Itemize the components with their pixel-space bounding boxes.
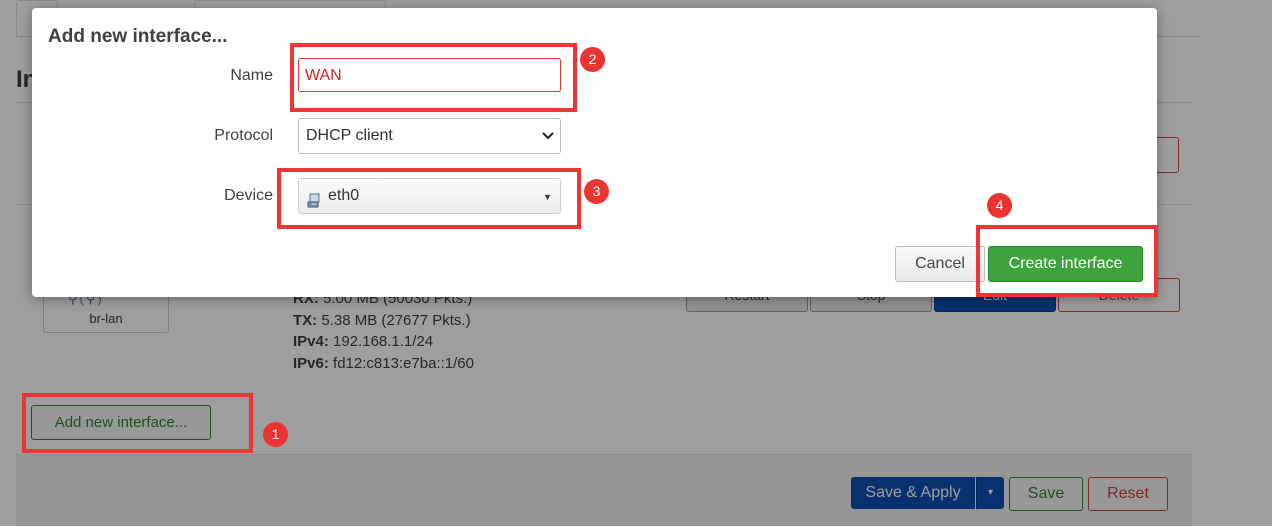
step-badge-3: 3	[584, 179, 609, 204]
protocol-label: Protocol	[214, 127, 273, 144]
device-label: Device	[224, 187, 273, 204]
protocol-select[interactable]: DHCP client	[298, 118, 561, 154]
protocol-value: DHCP client	[306, 127, 393, 144]
name-label: Name	[230, 67, 273, 84]
chevron-down-icon	[542, 119, 554, 165]
step-badge-4: 4	[987, 193, 1012, 218]
cancel-button[interactable]: Cancel	[895, 246, 985, 282]
highlight-device-field	[277, 168, 581, 229]
step-badge-2: 2	[580, 47, 605, 72]
highlight-create-button	[976, 225, 1158, 297]
highlight-add-button	[22, 393, 253, 453]
dialog-title: Add new interface...	[48, 26, 228, 47]
step-badge-1: 1	[263, 422, 288, 447]
highlight-name-field	[290, 43, 577, 112]
